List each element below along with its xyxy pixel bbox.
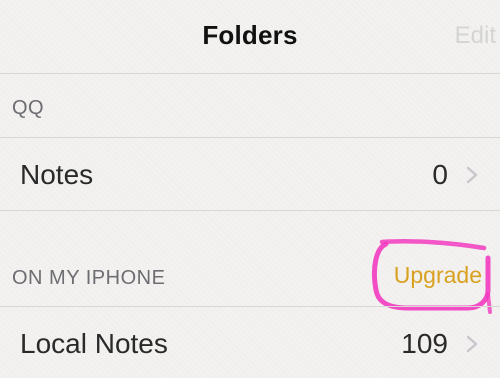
folder-count: 0 — [432, 159, 448, 190]
upgrade-highlight: Upgrade — [368, 238, 492, 314]
folder-row-notes[interactable]: Notes 0 — [0, 137, 500, 211]
edit-button[interactable]: Edit — [455, 22, 496, 50]
navigation-bar: Folders Edit — [0, 0, 500, 74]
section-header-qq: QQ — [0, 74, 500, 136]
folder-row-local-notes[interactable]: Local Notes 109 — [0, 306, 500, 378]
section-header-label: QQ — [12, 97, 45, 119]
chevron-right-icon — [466, 166, 478, 184]
page-title: Folders — [202, 20, 298, 50]
folder-name: Local Notes — [20, 328, 168, 359]
upgrade-button[interactable]: Upgrade — [394, 262, 482, 289]
folder-name: Notes — [20, 159, 94, 190]
folders-screen: Folders Edit QQ Notes 0 ON MY IPHONE Upg… — [0, 0, 500, 378]
chevron-right-icon — [466, 335, 478, 353]
section-header-label: ON MY IPHONE — [12, 267, 166, 289]
folder-count: 109 — [401, 328, 448, 359]
